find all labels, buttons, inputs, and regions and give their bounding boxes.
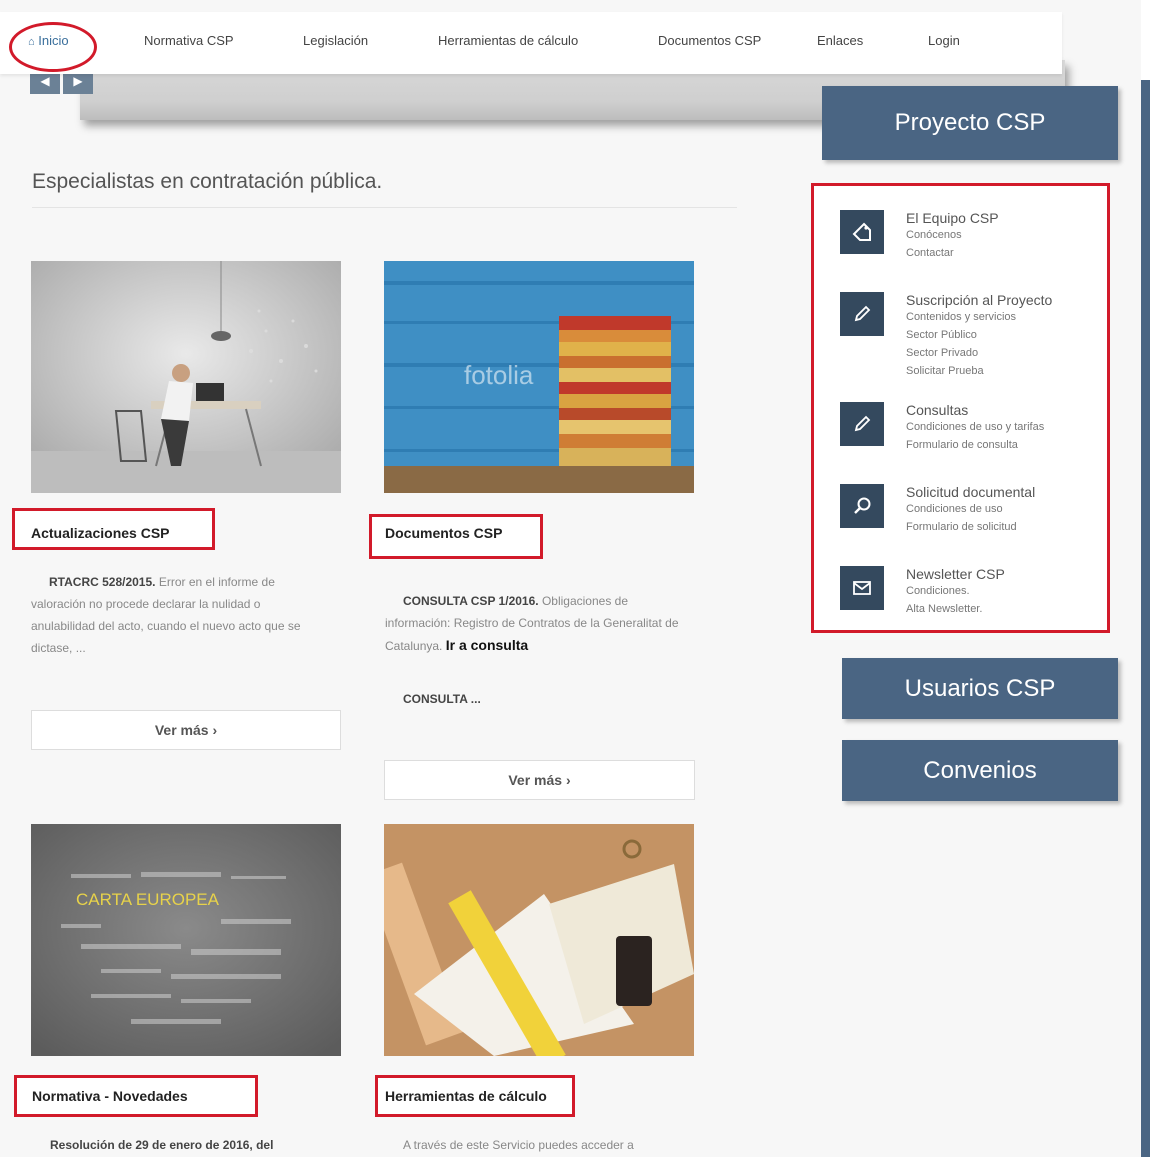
pencil-icon bbox=[840, 402, 884, 446]
card-title-documentos[interactable]: Documentos CSP bbox=[385, 525, 502, 541]
convenios-button[interactable]: Convenios bbox=[842, 740, 1118, 801]
ir-a-consulta-link[interactable]: Ir a consulta bbox=[446, 637, 528, 653]
side-item-equipo-title[interactable]: El Equipo CSP bbox=[906, 210, 999, 226]
side-link-condiciones-uso[interactable]: Condiciones de uso bbox=[906, 503, 1003, 515]
pencil-icon bbox=[840, 292, 884, 336]
side-link-sector-privado[interactable]: Sector Privado bbox=[906, 347, 978, 359]
side-link-alta-newsletter[interactable]: Alta Newsletter. bbox=[906, 603, 982, 615]
card-image-normativa[interactable]: CARTA EUROPEA bbox=[31, 824, 341, 1056]
card-title-herramientas[interactable]: Herramientas de cálculo bbox=[385, 1088, 547, 1104]
card-lead-documentos: CONSULTA CSP 1/2016. bbox=[403, 594, 539, 608]
side-link-contactar[interactable]: Contactar bbox=[906, 247, 954, 259]
side-link-formulario-consulta[interactable]: Formulario de consulta bbox=[906, 439, 1018, 451]
card-lead-normativa: Resolución de 29 de enero de 2016, del bbox=[50, 1138, 274, 1152]
card-image-herramientas[interactable] bbox=[384, 824, 694, 1056]
side-link-formulario-solicitud[interactable]: Formulario de solicitud bbox=[906, 521, 1017, 533]
card-title-actualizaciones[interactable]: Actualizaciones CSP bbox=[31, 525, 170, 541]
nav-normativa-link[interactable]: Normativa CSP bbox=[144, 33, 234, 48]
card-text-normativa: Resolución de 29 de enero de 2016, del bbox=[50, 1134, 273, 1156]
home-highlight-circle bbox=[9, 22, 97, 72]
nav-legislacion-link[interactable]: Legislación bbox=[303, 33, 368, 48]
nav-herramientas-link[interactable]: Herramientas de cálculo bbox=[438, 33, 578, 48]
ver-mas-button-1[interactable]: Ver más › bbox=[31, 710, 341, 750]
card-extra-documentos: CONSULTA ... bbox=[403, 688, 481, 710]
nav-documentos-link[interactable]: Documentos CSP bbox=[658, 33, 761, 48]
page-tagline: Especialistas en contratación pública. bbox=[32, 170, 383, 193]
envelope-icon bbox=[840, 566, 884, 610]
card-text-actualizaciones: RTACRC 528/2015. Error en el informe de … bbox=[31, 571, 326, 659]
side-link-condiciones[interactable]: Condiciones. bbox=[906, 585, 970, 597]
tagline-divider bbox=[32, 207, 737, 208]
card-title-normativa[interactable]: Normativa - Novedades bbox=[32, 1088, 188, 1104]
ver-mas-button-2[interactable]: Ver más › bbox=[384, 760, 695, 800]
side-link-solicitar-prueba[interactable]: Solicitar Prueba bbox=[906, 365, 984, 377]
fotolia-watermark: fotolia bbox=[464, 360, 534, 390]
side-item-suscripcion-title[interactable]: Suscripción al Proyecto bbox=[906, 292, 1052, 308]
proyecto-csp-button[interactable]: Proyecto CSP bbox=[822, 86, 1118, 160]
side-link-sector-publico[interactable]: Sector Público bbox=[906, 329, 977, 341]
proyecto-menu-box: El Equipo CSP Conócenos Contactar Suscri… bbox=[811, 183, 1110, 633]
side-link-contenidos[interactable]: Contenidos y servicios bbox=[906, 311, 1016, 323]
top-navigation: ⌂ Inicio Normativa CSP Legislación Herra… bbox=[0, 12, 1062, 74]
card-text-herramientas: A través de este Servicio puedes acceder… bbox=[403, 1138, 634, 1152]
nav-login-link[interactable]: Login bbox=[928, 33, 960, 48]
wordcloud-text: CARTA EUROPEA bbox=[76, 890, 220, 909]
card-image-actualizaciones[interactable] bbox=[31, 261, 341, 493]
side-item-consultas-title[interactable]: Consultas bbox=[906, 402, 968, 418]
search-icon bbox=[840, 484, 884, 528]
card-text-documentos: CONSULTA CSP 1/2016. Obligaciones de inf… bbox=[385, 590, 685, 657]
side-link-conocenos[interactable]: Conócenos bbox=[906, 229, 962, 241]
side-link-condiciones-tarifas[interactable]: Condiciones de uso y tarifas bbox=[906, 421, 1044, 433]
right-strip-top bbox=[1141, 0, 1150, 80]
tag-icon bbox=[840, 210, 884, 254]
card-extra-documentos-text: CONSULTA ... bbox=[403, 692, 481, 706]
nav-enlaces-link[interactable]: Enlaces bbox=[817, 33, 863, 48]
usuarios-csp-button[interactable]: Usuarios CSP bbox=[842, 658, 1118, 719]
side-item-solicitud-title[interactable]: Solicitud documental bbox=[906, 484, 1035, 500]
side-item-newsletter-title[interactable]: Newsletter CSP bbox=[906, 566, 1005, 582]
card-image-documentos[interactable]: fotolia bbox=[384, 261, 694, 493]
right-edge-strip bbox=[1141, 80, 1150, 1157]
card-lead-actualizaciones: RTACRC 528/2015. bbox=[49, 575, 156, 589]
